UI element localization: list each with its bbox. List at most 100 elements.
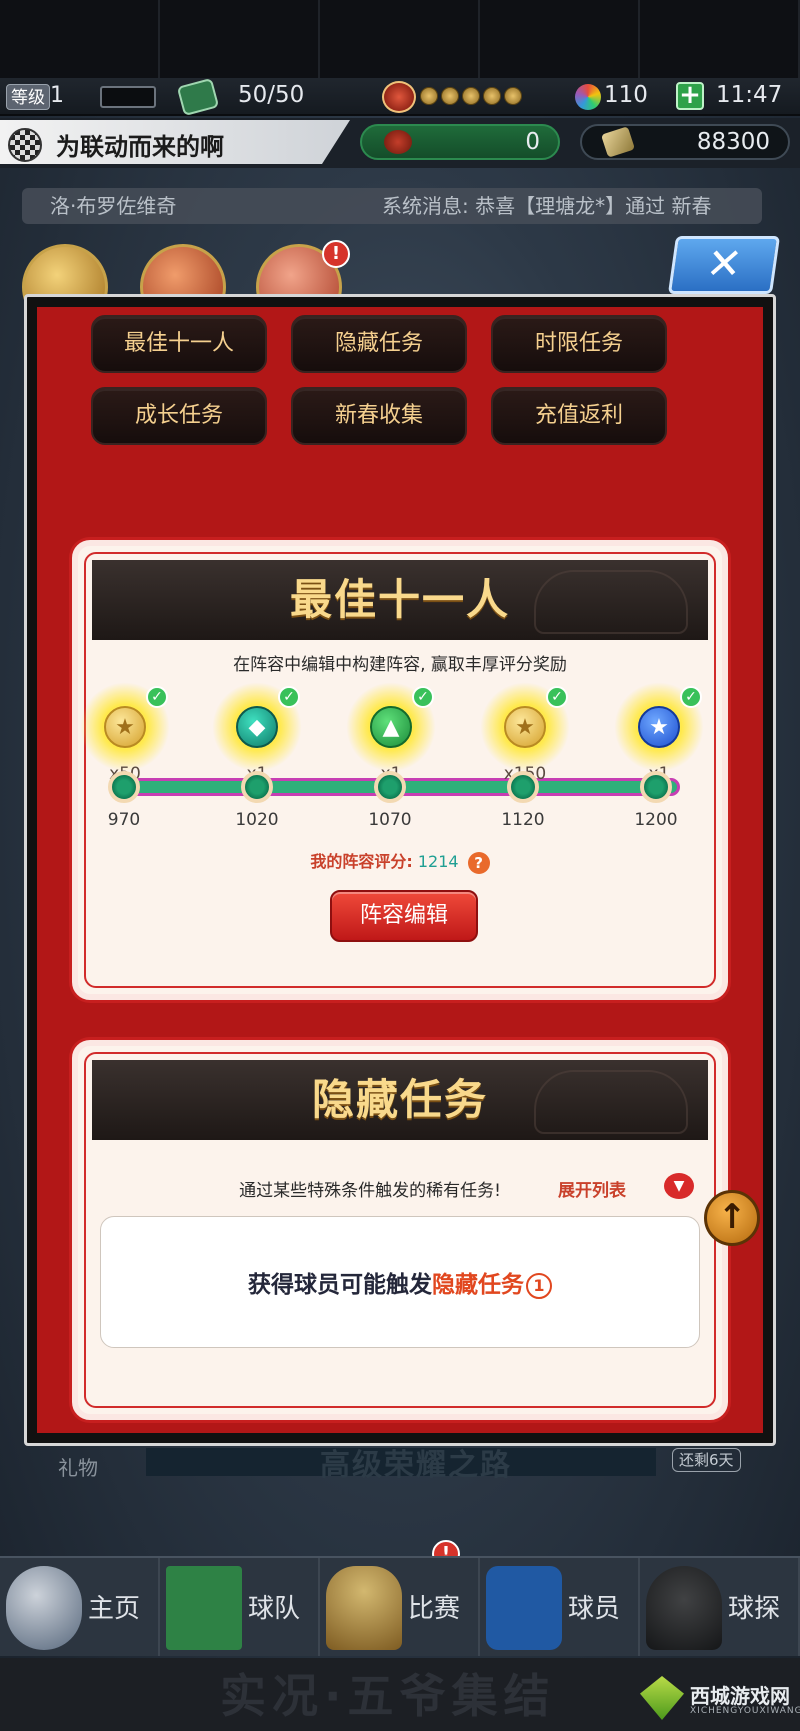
system-message-text: 系统消息: 恭喜【理塘龙*】通过 新春 <box>382 194 712 218</box>
track-node <box>241 771 273 803</box>
check-icon: ✓ <box>546 686 568 708</box>
track-node <box>640 771 672 803</box>
card-title: 隐藏任务 <box>311 1075 488 1124</box>
red-currency-pill[interactable]: 0 <box>360 124 560 160</box>
hidden-task-box: 获得球员可能触发隐藏任务 1 <box>100 1216 700 1348</box>
tab-growth-tasks[interactable]: 成长任务 <box>91 387 267 445</box>
player-name: 洛·布罗佐维奇 <box>50 194 177 218</box>
hidden-task-text: 获得球员可能触发隐藏任务 1 <box>101 1265 699 1299</box>
system-message-bar: 洛·布罗佐维奇 系统消息: 恭喜【理塘龙*】通过 新春 <box>22 188 762 224</box>
card-title: 最佳十一人 <box>289 575 510 624</box>
nav-players[interactable]: 球员 <box>480 1558 640 1656</box>
rank-dots <box>420 87 522 105</box>
score-value: 1214 <box>417 852 459 871</box>
coin-icon: ★ <box>104 706 146 748</box>
red-currency-value: 0 <box>525 129 540 155</box>
footer-faded-text: 实况·五爷集结 <box>220 1669 556 1723</box>
check-icon: ✓ <box>412 686 434 708</box>
days-left-badge: 还剩6天 <box>672 1448 741 1472</box>
gold-currency-pill[interactable]: 88300 <box>580 124 790 160</box>
nav-label: 比赛 <box>407 1594 460 1624</box>
nav-label: 球探 <box>727 1594 780 1624</box>
add-gems-button[interactable]: + <box>676 82 704 110</box>
top-blackout <box>0 0 800 80</box>
card-header: 最佳十一人 <box>92 560 708 640</box>
gift-label: 礼物 <box>58 1456 98 1480</box>
check-icon: ✓ <box>278 686 300 708</box>
help-icon[interactable]: ? <box>467 851 490 874</box>
ticket-icon: ◆ <box>236 706 278 748</box>
watermark-name: 西城游戏网 <box>690 1684 790 1708</box>
tab-best-eleven[interactable]: 最佳十一人 <box>91 315 267 373</box>
gem-value: 110 <box>604 82 648 108</box>
gem-icon <box>575 84 601 110</box>
level-value: 1 <box>50 83 64 108</box>
edit-lineup-button[interactable]: 阵容编辑 <box>330 890 478 942</box>
chevron-down-icon[interactable]: ▼ <box>664 1173 694 1199</box>
team-name: 为联动而来的啊 <box>56 133 224 161</box>
rank-badge-icon[interactable] <box>382 81 416 113</box>
nav-match[interactable]: 比赛 <box>320 1558 480 1656</box>
level-tag: 等级 <box>6 84 50 110</box>
shirt-icon <box>486 1566 562 1650</box>
track-node <box>374 771 406 803</box>
close-button[interactable]: ✕ <box>667 236 781 294</box>
boot-icon: ▲ <box>370 706 412 748</box>
event-banner-text: 高级荣耀之路 <box>320 1448 512 1483</box>
ball-icon <box>6 1566 82 1650</box>
watermark-subtitle: XICHENGYOUXIWANG <box>690 1706 800 1716</box>
gold-currency-value: 88300 <box>696 129 770 155</box>
expand-list-link[interactable]: 展开列表 <box>558 1176 626 1201</box>
tab-timed-tasks[interactable]: 时限任务 <box>491 315 667 373</box>
card-description: 在阵容中编辑中构建阵容, 赢取丰厚评分奖励 <box>233 655 567 675</box>
profile-bar: 为联动而来的啊 0 88300 <box>0 118 800 168</box>
tab-spring-collection[interactable]: 新春收集 <box>291 387 467 445</box>
star-icon: ★ <box>638 706 680 748</box>
stamina-value: 50/50 <box>238 82 305 108</box>
red-coin-icon <box>384 130 412 154</box>
threshold-label: 1200 <box>634 810 678 830</box>
reward-item[interactable]: ◆ ✓ x1 <box>212 682 302 784</box>
hidden-task-prefix: 获得球员可能触发 <box>248 1272 432 1298</box>
track-node <box>507 771 539 803</box>
clock: 11:47 <box>716 82 783 108</box>
threshold-label: 1020 <box>235 810 279 830</box>
nav-label: 球员 <box>567 1594 620 1624</box>
tab-recharge-rebate[interactable]: 充值返利 <box>491 387 667 445</box>
reward-item[interactable]: ★ ✓ x1 <box>614 682 704 784</box>
reward-item[interactable]: ★ ✓ x150 <box>480 682 570 784</box>
score-label: 我的阵容评分: <box>310 852 413 871</box>
team-crest-icon <box>8 128 42 162</box>
scroll-to-top-button[interactable]: ↑ <box>704 1190 760 1246</box>
threshold-label: 1070 <box>368 810 412 830</box>
reward-item[interactable]: ★ ✓ x50 <box>80 682 170 784</box>
stamina-icon <box>176 77 220 117</box>
bottom-nav: 主页 球队 比赛 球员 球探 <box>0 1556 800 1656</box>
score-line: 我的阵容评分: 1214 ? <box>78 848 722 874</box>
team-name-plate[interactable]: 为联动而来的啊 <box>0 120 350 164</box>
track-node <box>108 771 140 803</box>
hidden-tasks-card: 隐藏任务 通过某些特殊条件触发的稀有任务! 展开列表 ▼ 获得球员可能触发隐藏任… <box>72 1040 728 1420</box>
check-icon: ✓ <box>680 686 702 708</box>
threshold-label: 970 <box>107 810 141 830</box>
nav-team[interactable]: 球队 <box>160 1558 320 1656</box>
nav-label: 主页 <box>87 1594 140 1624</box>
hidden-task-highlight: 隐藏任务 <box>432 1272 524 1298</box>
cap-icon <box>646 1566 722 1650</box>
best-eleven-card: 最佳十一人 在阵容中编辑中构建阵容, 赢取丰厚评分奖励 ★ ✓ x50 ◆ ✓ … <box>72 540 728 1000</box>
check-icon: ✓ <box>146 686 168 708</box>
alert-icon: ! <box>322 240 350 268</box>
hidden-task-count: 1 <box>526 1272 552 1299</box>
trophy-icon <box>326 1566 402 1650</box>
tab-hidden-tasks[interactable]: 隐藏任务 <box>291 315 467 373</box>
gold-bar-icon <box>600 126 636 158</box>
field-icon <box>166 1566 242 1650</box>
coin-icon: ★ <box>504 706 546 748</box>
status-bar: 等级 1 50/50 110 + 11:47 <box>0 77 800 117</box>
nav-scout[interactable]: 球探 <box>640 1558 800 1656</box>
nav-label: 球队 <box>247 1594 300 1624</box>
reward-item[interactable]: ▲ ✓ x1 <box>346 682 436 784</box>
level-progress-bar <box>100 86 156 108</box>
nav-home[interactable]: 主页 <box>0 1558 160 1656</box>
card-header: 隐藏任务 <box>92 1060 708 1140</box>
